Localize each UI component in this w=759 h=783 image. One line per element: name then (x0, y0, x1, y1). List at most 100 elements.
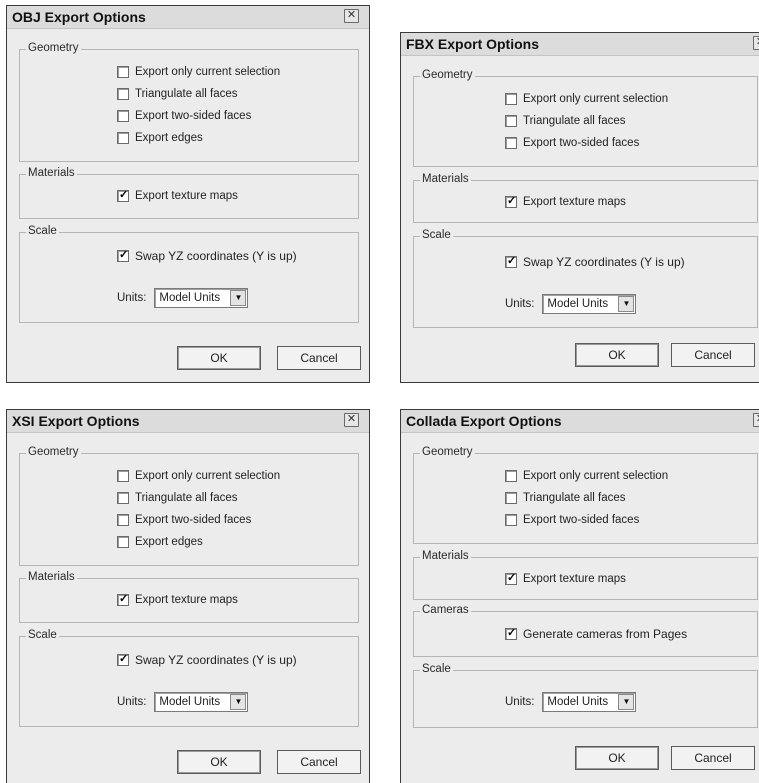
obj-scale-group: Scale Swap YZ coordinates (Y is up) Unit… (19, 225, 359, 323)
fbx-texture-maps-checkbox[interactable]: Export texture maps (505, 194, 626, 210)
fbx-swap-yz-checkbox[interactable]: Swap YZ coordinates (Y is up) (505, 254, 685, 270)
obj-cancel-button[interactable]: Cancel (277, 346, 361, 370)
checkbox-box[interactable] (505, 254, 517, 268)
close-icon[interactable]: ✕ (344, 413, 359, 427)
chevron-down-icon[interactable]: ▼ (230, 694, 247, 710)
checkbox-label: Export texture maps (523, 573, 626, 585)
collada-cancel-button[interactable]: Cancel (671, 746, 755, 770)
xsi-swap-yz-checkbox[interactable]: Swap YZ coordinates (Y is up) (117, 652, 297, 668)
checkbox-box[interactable] (505, 626, 517, 640)
fbx-title-bar[interactable]: FBX Export Options ✕ (401, 33, 759, 56)
obj-scale-label: Scale (26, 225, 59, 237)
checkbox-box[interactable] (505, 115, 517, 127)
xsi-ok-button[interactable]: OK (177, 750, 261, 774)
fbx-units-dropdown[interactable]: Model Units ▼ (542, 294, 637, 314)
xsi-texture-maps-checkbox[interactable]: Export texture maps (117, 592, 238, 608)
obj-two-sided-checkbox[interactable]: Export two-sided faces (117, 108, 251, 124)
fbx-cancel-button[interactable]: Cancel (671, 343, 755, 367)
checkbox-box[interactable] (505, 470, 517, 482)
chevron-down-icon[interactable]: ▼ (230, 290, 247, 306)
xsi-two-sided-checkbox[interactable]: Export two-sided faces (117, 512, 251, 528)
collada-export-selection-checkbox[interactable]: Export only current selection (505, 468, 668, 484)
checkbox-box[interactable] (117, 536, 129, 548)
collada-generate-cameras-checkbox[interactable]: Generate cameras from Pages (505, 626, 687, 642)
obj-title-bar[interactable]: OBJ Export Options ✕ (7, 6, 369, 29)
units-label: Units: (117, 696, 147, 708)
checkbox-label: Export edges (135, 536, 203, 548)
units-label: Units: (117, 292, 147, 304)
collada-cameras-group: Cameras Generate cameras from Pages (413, 604, 758, 657)
checkbox-label: Export two-sided faces (135, 514, 252, 526)
obj-materials-label: Materials (26, 167, 77, 179)
checkbox-label: Export only current selection (135, 470, 281, 482)
xsi-export-edges-checkbox[interactable]: Export edges (117, 534, 203, 550)
collada-units-row: Units: Model Units ▼ (505, 691, 637, 713)
xsi-cancel-button[interactable]: Cancel (277, 750, 361, 774)
xsi-scale-label: Scale (26, 629, 59, 641)
checkbox-box[interactable] (505, 137, 517, 149)
checkbox-box[interactable] (117, 110, 129, 122)
checkbox-box[interactable] (117, 188, 129, 202)
collada-title-bar[interactable]: Collada Export Options ✕ (401, 410, 759, 433)
checkbox-box[interactable] (505, 194, 517, 208)
obj-export-dialog: OBJ Export Options ✕ Geometry Export onl… (6, 5, 370, 383)
collada-dialog-title: Collada Export Options (406, 413, 562, 429)
collada-geometry-group: Geometry Export only current selection T… (413, 446, 758, 544)
fbx-ok-button[interactable]: OK (575, 343, 659, 367)
collada-ok-button[interactable]: OK (575, 746, 659, 770)
obj-swap-yz-checkbox[interactable]: Swap YZ coordinates (Y is up) (117, 248, 297, 264)
checkbox-box[interactable] (505, 571, 517, 585)
obj-geometry-label: Geometry (26, 42, 81, 54)
close-icon[interactable]: ✕ (753, 36, 759, 50)
fbx-export-selection-checkbox[interactable]: Export only current selection (505, 91, 668, 107)
fbx-triangulate-checkbox[interactable]: Triangulate all faces (505, 113, 626, 129)
checkbox-box[interactable] (117, 132, 129, 144)
checkbox-box[interactable] (117, 592, 129, 606)
checkbox-box[interactable] (117, 492, 129, 504)
chevron-down-icon[interactable]: ▼ (618, 694, 635, 710)
checkbox-box[interactable] (117, 652, 129, 666)
checkbox-box[interactable] (117, 88, 129, 100)
xsi-title-bar[interactable]: XSI Export Options ✕ (7, 410, 369, 433)
collada-cameras-label: Cameras (420, 604, 471, 616)
obj-ok-button[interactable]: OK (177, 346, 261, 370)
checkbox-label: Export only current selection (523, 470, 669, 482)
checkbox-label: Triangulate all faces (523, 115, 626, 127)
collada-texture-maps-checkbox[interactable]: Export texture maps (505, 571, 626, 587)
checkbox-label: Triangulate all faces (523, 492, 626, 504)
obj-triangulate-checkbox[interactable]: Triangulate all faces (117, 86, 238, 102)
obj-texture-maps-checkbox[interactable]: Export texture maps (117, 188, 238, 204)
fbx-two-sided-checkbox[interactable]: Export two-sided faces (505, 135, 639, 151)
checkbox-box[interactable] (117, 470, 129, 482)
checkbox-label: Export only current selection (135, 66, 281, 78)
xsi-export-selection-checkbox[interactable]: Export only current selection (117, 468, 280, 484)
xsi-units-row: Units: Model Units ▼ (117, 691, 249, 713)
fbx-dialog-title: FBX Export Options (406, 36, 539, 52)
checkbox-box[interactable] (117, 66, 129, 78)
obj-export-edges-checkbox[interactable]: Export edges (117, 130, 203, 146)
collada-two-sided-checkbox[interactable]: Export two-sided faces (505, 512, 639, 528)
checkbox-box[interactable] (505, 514, 517, 526)
xsi-scale-group: Scale Swap YZ coordinates (Y is up) Unit… (19, 629, 359, 727)
collada-materials-group: Materials Export texture maps (413, 550, 758, 600)
obj-export-selection-checkbox[interactable]: Export only current selection (117, 64, 280, 80)
units-value: Model Units (159, 696, 221, 708)
xsi-triangulate-checkbox[interactable]: Triangulate all faces (117, 490, 238, 506)
collada-triangulate-checkbox[interactable]: Triangulate all faces (505, 490, 626, 506)
obj-units-row: Units: Model Units ▼ (117, 287, 249, 309)
close-icon[interactable]: ✕ (344, 9, 359, 23)
obj-units-dropdown[interactable]: Model Units ▼ (154, 288, 249, 308)
checkbox-box[interactable] (117, 514, 129, 526)
collada-units-dropdown[interactable]: Model Units ▼ (542, 692, 637, 712)
checkbox-box[interactable] (505, 93, 517, 105)
checkbox-label: Export texture maps (523, 196, 626, 208)
obj-materials-group: Materials Export texture maps (19, 167, 359, 219)
fbx-geometry-group: Geometry Export only current selection T… (413, 69, 758, 167)
collada-export-dialog: Collada Export Options ✕ Geometry Export… (400, 409, 759, 783)
chevron-down-icon[interactable]: ▼ (618, 296, 635, 312)
checkbox-box[interactable] (505, 492, 517, 504)
close-icon[interactable]: ✕ (753, 413, 759, 427)
checkbox-box[interactable] (117, 248, 129, 262)
xsi-units-dropdown[interactable]: Model Units ▼ (154, 692, 249, 712)
fbx-geometry-label: Geometry (420, 69, 475, 81)
